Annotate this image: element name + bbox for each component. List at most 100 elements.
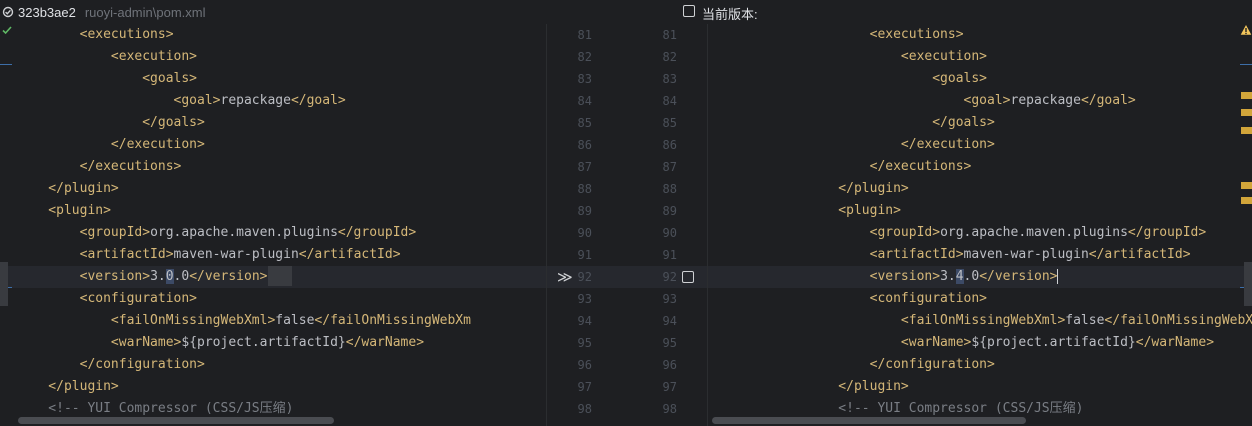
left-line-number: 85: [577, 116, 592, 130]
right-code-pane[interactable]: <executions> <execution> <goals> <goal>r…: [708, 24, 1252, 426]
left-code-line[interactable]: </executions>: [0, 156, 546, 178]
left-code-line[interactable]: <version>3.0.0</version>: [0, 266, 546, 288]
left-code-line[interactable]: <goal>repackage</goal>: [0, 90, 546, 112]
right-code-line[interactable]: <version>3.4.0</version>: [708, 266, 1252, 288]
error-stripe-marker[interactable]: [1241, 127, 1252, 134]
right-code-line[interactable]: </plugin>: [708, 376, 1252, 398]
code-token: </artifactId>: [298, 247, 401, 262]
error-stripe-marker[interactable]: [1241, 197, 1252, 204]
left-line-number: 84: [577, 94, 592, 108]
left-line-number: 90: [577, 226, 592, 240]
left-code-line[interactable]: <goals>: [0, 68, 546, 90]
code-token: false: [275, 313, 315, 328]
gutter-row: 82 82: [547, 46, 707, 68]
right-code-text: </plugin>: [807, 376, 909, 398]
right-code-line[interactable]: </execution>: [708, 134, 1252, 156]
left-code-text: <executions>: [17, 24, 174, 46]
code-token: </execution>: [17, 137, 205, 152]
right-code-text: </configuration>: [807, 354, 995, 376]
code-token: </plugin>: [17, 379, 119, 394]
code-token: </warName>: [1135, 335, 1215, 350]
code-token: <goals>: [807, 71, 988, 86]
left-horizontal-scrollbar[interactable]: [18, 417, 334, 424]
right-code-line[interactable]: <plugin>: [708, 200, 1252, 222]
left-code-line[interactable]: </goals>: [0, 112, 546, 134]
right-code-line[interactable]: <executions>: [708, 24, 1252, 46]
code-token: 3.: [150, 269, 166, 284]
right-code-line[interactable]: <artifactId>maven-war-plugin</artifactId…: [708, 244, 1252, 266]
right-line-number: 96: [662, 358, 677, 372]
error-stripe-marker[interactable]: [1241, 92, 1252, 99]
right-code-text: <executions>: [807, 24, 964, 46]
error-stripe-marker[interactable]: [1241, 182, 1252, 189]
right-code-line[interactable]: </plugin>: [708, 178, 1252, 200]
left-code-text: <version>3.0.0</version>: [17, 266, 293, 288]
gutter-row: 81 81: [547, 24, 707, 46]
checkbox-icon[interactable]: [682, 271, 694, 283]
right-line-number: 94: [662, 314, 677, 328]
code-token: </version>: [979, 269, 1058, 284]
code-token: <artifactId>: [807, 247, 964, 262]
left-code-line[interactable]: </plugin>: [0, 178, 546, 200]
right-code-text: <execution>: [807, 46, 987, 68]
right-line-number: 88: [662, 182, 677, 196]
right-line-number: 85: [662, 116, 677, 130]
right-code-text: <version>3.4.0</version>: [807, 266, 1059, 288]
code-token: </groupId>: [337, 225, 417, 240]
code-token: <plugin>: [807, 203, 901, 218]
right-code-line[interactable]: <warName>${project.artifactId}</warName>: [708, 332, 1252, 354]
right-file-header: 当前版本:: [546, 0, 1252, 24]
right-code-line[interactable]: <configuration>: [708, 288, 1252, 310]
right-code-text: <failOnMissingWebXml>false</failOnMissin…: [807, 310, 1252, 332]
code-token: org.apache.maven.plugins: [940, 225, 1128, 240]
warning-icon[interactable]: [1240, 24, 1252, 36]
revision-hash[interactable]: 323b3ae2: [18, 5, 76, 20]
left-code-line[interactable]: <executions>: [0, 24, 546, 46]
left-code-text: <failOnMissingWebXml>false</failOnMissin…: [17, 310, 471, 332]
left-code-line[interactable]: </plugin>: [0, 376, 546, 398]
gutter-row: 91 91: [547, 244, 707, 266]
gutter-row: 88 88: [547, 178, 707, 200]
right-code-line[interactable]: <groupId>org.apache.maven.plugins</group…: [708, 222, 1252, 244]
left-code-text: </goals>: [17, 112, 205, 134]
right-code-line[interactable]: <failOnMissingWebXml>false</failOnMissin…: [708, 310, 1252, 332]
code-token: .0: [173, 269, 190, 284]
gutter-row: 94 94: [547, 310, 707, 332]
right-line-number: 93: [662, 292, 677, 306]
file-path: ruoyi-admin\pom.xml: [84, 4, 206, 20]
left-code-pane[interactable]: <executions> <execution> <goals> <goal>r…: [0, 24, 546, 426]
right-scroll-thumb[interactable]: [1244, 262, 1252, 306]
code-token: </artifactId>: [1088, 247, 1191, 262]
code-token: </plugin>: [807, 181, 909, 196]
left-line-number: 87: [577, 160, 592, 174]
right-code-line[interactable]: </configuration>: [708, 354, 1252, 376]
left-scroll-thumb[interactable]: [0, 262, 8, 306]
right-horizontal-scrollbar[interactable]: [712, 417, 1026, 424]
left-code-line[interactable]: <configuration>: [0, 288, 546, 310]
right-code-line[interactable]: </executions>: [708, 156, 1252, 178]
right-line-number: 83: [662, 72, 677, 86]
right-code-line[interactable]: <execution>: [708, 46, 1252, 68]
left-code-line[interactable]: <execution>: [0, 46, 546, 68]
current-version-checkbox[interactable]: [683, 5, 695, 17]
error-stripe-marker[interactable]: [1241, 109, 1252, 116]
left-code-line[interactable]: <failOnMissingWebXml>false</failOnMissin…: [0, 310, 546, 332]
right-line-number: 95: [662, 336, 677, 350]
right-code-line[interactable]: <goals>: [708, 68, 1252, 90]
gutter-row: 98 98: [547, 398, 707, 420]
apply-change-arrows-icon[interactable]: ≫: [557, 266, 573, 288]
left-code-line[interactable]: </execution>: [0, 134, 546, 156]
left-code-line[interactable]: <plugin>: [0, 200, 546, 222]
left-code-line[interactable]: <groupId>org.apache.maven.plugins</group…: [0, 222, 546, 244]
right-code-line[interactable]: </goals>: [708, 112, 1252, 134]
left-code-text: <goals>: [17, 68, 197, 90]
left-code-line[interactable]: <warName>${project.artifactId}</warName>: [0, 332, 546, 354]
left-line-number: 95: [577, 336, 592, 350]
right-line-number: 91: [662, 248, 677, 262]
left-change-indicator: [0, 64, 12, 65]
code-token: </plugin>: [807, 379, 909, 394]
left-code-line[interactable]: <artifactId>maven-war-plugin</artifactId…: [0, 244, 546, 266]
right-code-line[interactable]: <goal>repackage</goal>: [708, 90, 1252, 112]
code-token: <goal>: [807, 93, 1011, 108]
left-code-line[interactable]: </configuration>: [0, 354, 546, 376]
